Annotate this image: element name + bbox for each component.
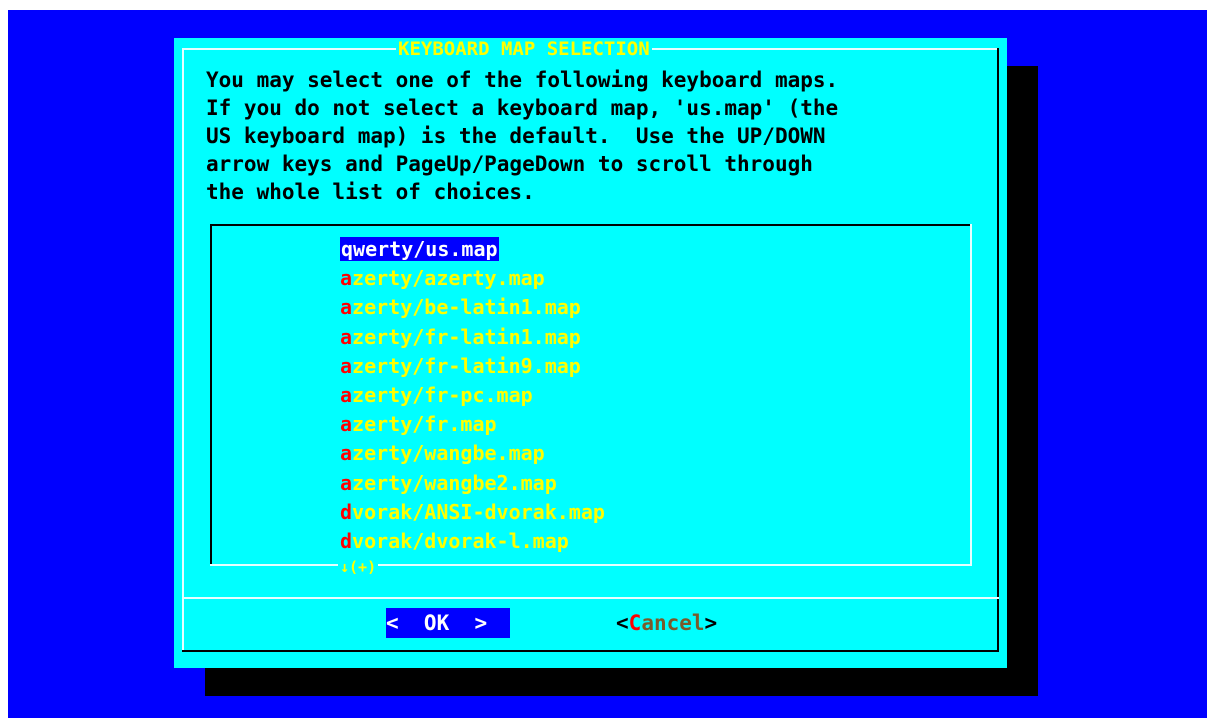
item-label: zerty/azerty.map — [352, 266, 545, 291]
intro-line: the whole list of choices. — [206, 180, 535, 204]
item-hotkey: a — [340, 266, 353, 291]
item-label: vorak/dvorak-l.map — [352, 528, 569, 553]
selection-highlight: qwerty/us.map — [340, 237, 499, 261]
dialog-frame-right — [997, 48, 999, 650]
ok-button[interactable]: < OK > — [386, 608, 510, 638]
keyboard-map-list[interactable]: qwerty/us.map azerty/azerty.map azerty/b… — [210, 224, 972, 576]
item-hotkey: a — [340, 412, 353, 437]
dialog-frame-bottom — [182, 650, 999, 652]
cancel-label: ancel — [641, 611, 705, 635]
list-item[interactable]: azerty/fr-latin1.map — [340, 323, 605, 352]
item-label: zerty/wangbe.map — [352, 441, 545, 466]
list-item[interactable]: azerty/wangbe.map — [340, 439, 605, 468]
item-label: zerty/be-latin1.map — [352, 295, 581, 320]
item-hotkey: a — [340, 382, 353, 407]
list-item[interactable]: azerty/fr.map — [340, 410, 605, 439]
item-hotkey: d — [340, 528, 353, 553]
keyboard-map-dialog: KEYBOARD MAP SELECTION You may select on… — [174, 38, 1007, 668]
list-item[interactable]: azerty/fr-pc.map — [340, 381, 605, 410]
cancel-bracket-close: > — [704, 611, 718, 635]
list-frame-right — [970, 224, 972, 566]
item-label: zerty/fr.map — [352, 412, 497, 437]
item-hotkey: q — [341, 237, 354, 261]
list-item[interactable]: azerty/wangbe2.map — [340, 469, 605, 498]
cancel-bracket-open: < — [616, 611, 629, 635]
item-hotkey: a — [340, 324, 353, 349]
item-label: zerty/fr-latin9.map — [352, 353, 581, 378]
item-label: zerty/wangbe2.map — [352, 470, 557, 495]
intro-line: You may select one of the following keyb… — [206, 68, 839, 92]
list-frame-top — [210, 224, 972, 226]
item-hotkey: a — [340, 353, 353, 378]
item-label: zerty/fr-latin1.map — [352, 324, 581, 349]
item-hotkey: a — [340, 295, 353, 320]
item-label: vorak/ANSI-dvorak.map — [352, 499, 605, 524]
intro-line: If you do not select a keyboard map, 'us… — [206, 96, 839, 120]
intro-text: You may select one of the following keyb… — [206, 66, 986, 206]
list-item[interactable]: azerty/fr-latin9.map — [340, 352, 605, 381]
list-item[interactable]: azerty/azerty.map — [340, 264, 605, 293]
cancel-hotkey: C — [628, 611, 642, 635]
item-hotkey: a — [340, 441, 353, 466]
item-hotkey: a — [340, 470, 353, 495]
intro-line: arrow keys and PageUp/PageDown to scroll… — [206, 152, 813, 176]
list-frame-left — [210, 224, 212, 566]
scroll-down-indicator: ↓(+) — [338, 558, 379, 576]
dialog-title: KEYBOARD MAP SELECTION — [396, 38, 652, 60]
button-divider — [182, 597, 999, 599]
item-label: werty/us.map — [353, 237, 498, 261]
list-item[interactable]: dvorak/ANSI-dvorak.map — [340, 498, 605, 527]
intro-line: US keyboard map) is the default. Use the… — [206, 124, 826, 148]
list-item[interactable]: dvorak/dvorak-l.map — [340, 527, 605, 556]
button-row: < OK > <Cancel> — [174, 608, 1007, 638]
list-frame-bottom — [210, 564, 972, 566]
item-hotkey: d — [340, 499, 353, 524]
list-item[interactable]: azerty/be-latin1.map — [340, 293, 605, 322]
item-label: zerty/fr-pc.map — [352, 382, 533, 407]
dialog-frame-left — [182, 48, 184, 650]
list-items: qwerty/us.map azerty/azerty.map azerty/b… — [340, 235, 605, 556]
cancel-button[interactable]: <Cancel> — [616, 608, 717, 638]
list-item-us-map[interactable]: qwerty/us.map — [340, 235, 605, 264]
